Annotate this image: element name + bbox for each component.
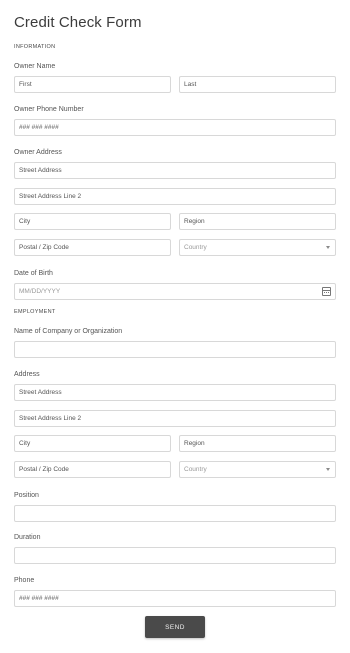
- street2-input[interactable]: Street Address Line 2: [14, 410, 336, 427]
- section-information-heading: INFORMATION: [14, 44, 56, 50]
- chevron-down-icon: [326, 246, 330, 249]
- city-placeholder: City: [19, 440, 31, 447]
- page-title: Credit Check Form: [14, 14, 142, 31]
- chevron-down-icon: [326, 468, 330, 471]
- owner-region-placeholder: Region: [184, 218, 205, 225]
- owner-phone-input[interactable]: ### ### ####: [14, 119, 336, 136]
- owner-city-input[interactable]: City: [14, 213, 171, 230]
- postal-input[interactable]: Postal / Zip Code: [14, 461, 171, 478]
- address-label: Address: [14, 371, 40, 378]
- company-input[interactable]: [14, 341, 336, 358]
- duration-input[interactable]: [14, 547, 336, 564]
- dob-input[interactable]: MM/DD/YYYY: [14, 283, 336, 300]
- owner-last-name-placeholder: Last: [184, 81, 197, 88]
- owner-first-name-placeholder: First: [19, 81, 32, 88]
- street-placeholder: Street Address: [19, 389, 62, 396]
- phone-input[interactable]: ### ### ####: [14, 590, 336, 607]
- dob-label: Date of Birth: [14, 270, 53, 277]
- owner-street-input[interactable]: Street Address: [14, 162, 336, 179]
- owner-postal-placeholder: Postal / Zip Code: [19, 244, 69, 251]
- position-input[interactable]: [14, 505, 336, 522]
- owner-postal-input[interactable]: Postal / Zip Code: [14, 239, 171, 256]
- owner-street2-placeholder: Street Address Line 2: [19, 193, 82, 200]
- section-employment-heading: EMPLOYMENT: [14, 309, 56, 315]
- company-label: Name of Company or Organization: [14, 328, 123, 335]
- phone-label: Phone: [14, 577, 35, 584]
- postal-placeholder: Postal / Zip Code: [19, 466, 69, 473]
- position-label: Position: [14, 492, 39, 499]
- owner-street-placeholder: Street Address: [19, 167, 62, 174]
- region-placeholder: Region: [184, 440, 205, 447]
- region-input[interactable]: Region: [179, 435, 336, 452]
- owner-last-name-input[interactable]: Last: [179, 76, 336, 93]
- country-value: Country: [184, 466, 207, 473]
- send-button[interactable]: SEND: [145, 616, 205, 638]
- owner-phone-placeholder: ### ### ####: [19, 124, 59, 131]
- street2-placeholder: Street Address Line 2: [19, 415, 82, 422]
- city-input[interactable]: City: [14, 435, 171, 452]
- duration-label: Duration: [14, 534, 41, 541]
- owner-first-name-input[interactable]: First: [14, 76, 171, 93]
- calendar-icon[interactable]: [322, 287, 331, 296]
- owner-address-label: Owner Address: [14, 149, 62, 156]
- dob-placeholder: MM/DD/YYYY: [19, 288, 61, 295]
- owner-street2-input[interactable]: Street Address Line 2: [14, 188, 336, 205]
- owner-phone-label: Owner Phone Number: [14, 106, 84, 113]
- phone-placeholder: ### ### ####: [19, 595, 59, 602]
- owner-region-input[interactable]: Region: [179, 213, 336, 230]
- owner-country-value: Country: [184, 244, 207, 251]
- owner-country-select[interactable]: Country: [179, 239, 336, 256]
- owner-name-label: Owner Name: [14, 63, 56, 70]
- street-input[interactable]: Street Address: [14, 384, 336, 401]
- owner-city-placeholder: City: [19, 218, 31, 225]
- country-select[interactable]: Country: [179, 461, 336, 478]
